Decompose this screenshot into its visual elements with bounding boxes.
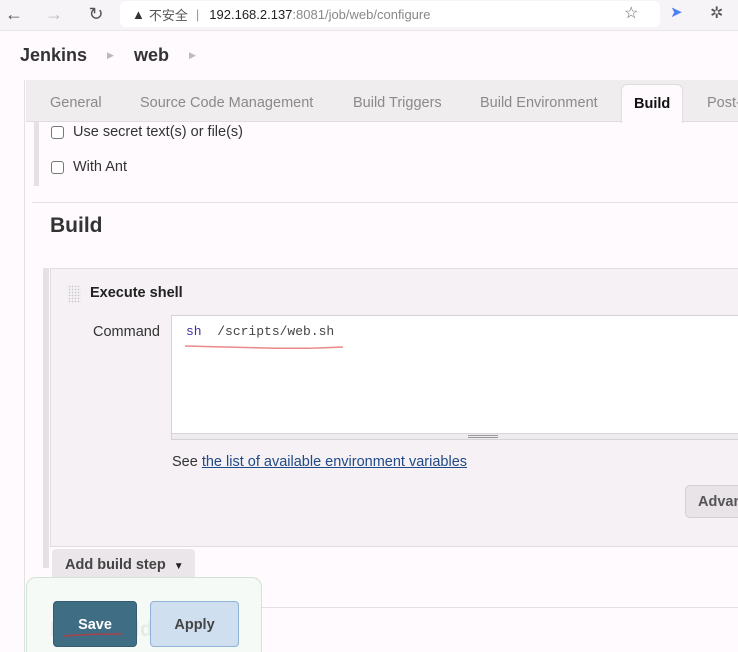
- arrow-left-icon: ←: [5, 3, 23, 24]
- command-textarea[interactable]: sh /scripts/web.sh: [171, 315, 738, 440]
- tab-general[interactable]: General: [50, 95, 102, 111]
- url-host: 192.168.2.137: [209, 6, 293, 22]
- url-path: :8081/job/web/configure: [292, 6, 431, 22]
- section-divider: [32, 202, 738, 203]
- command-args: /scripts/web.sh: [201, 324, 335, 339]
- use-secret-checkbox[interactable]: [51, 125, 64, 139]
- command-text[interactable]: sh /scripts/web.sh: [186, 324, 334, 339]
- caret-down-icon: ▼: [173, 561, 184, 572]
- add-build-step-label: Add build step: [65, 557, 166, 573]
- use-secret-option[interactable]: Use secret text(s) or file(s): [51, 124, 243, 140]
- resize-grip-icon[interactable]: [468, 435, 498, 438]
- breadcrumb: Jenkins ▶ web ▶: [0, 30, 738, 80]
- reload-icon: ↻: [88, 3, 104, 24]
- tab-build-triggers[interactable]: Build Triggers: [353, 95, 442, 111]
- browser-toolbar: ← → ↻ ▲ 不安全 | 192.168.2.137 :8081/job/we…: [0, 0, 738, 30]
- step-title: Execute shell: [90, 285, 183, 301]
- build-section-title: Build: [50, 214, 103, 237]
- env-vars-help: See the list of available environment va…: [172, 454, 467, 470]
- drag-handle-icon[interactable]: [68, 285, 81, 303]
- bird-extension-icon: ➤: [670, 4, 683, 21]
- extension-button[interactable]: ➤: [670, 3, 683, 21]
- with-ant-option[interactable]: With Ant: [51, 159, 127, 175]
- warning-icon: ▲: [132, 6, 145, 22]
- back-button[interactable]: ←: [2, 2, 26, 26]
- breadcrumb-web[interactable]: web: [134, 45, 169, 66]
- section-indent-bar: [34, 122, 39, 186]
- address-bar[interactable]: ▲ 不安全 | 192.168.2.137 :8081/job/web/conf…: [120, 1, 660, 27]
- env-vars-link[interactable]: the list of available environment variab…: [202, 454, 467, 470]
- config-content: Use secret text(s) or file(s) With Ant B…: [26, 122, 738, 652]
- extensions-menu-button[interactable]: ✲: [710, 3, 723, 23]
- breadcrumb-jenkins[interactable]: Jenkins: [20, 45, 87, 66]
- left-gutter: [0, 80, 25, 652]
- breadcrumb-chevron-icon[interactable]: ▶: [189, 50, 196, 61]
- tab-build-environment[interactable]: Build Environment: [480, 95, 598, 111]
- bookmark-button[interactable]: ☆: [624, 3, 638, 23]
- annotation-underline: [185, 345, 343, 349]
- use-secret-label: Use secret text(s) or file(s): [73, 124, 243, 140]
- address-separator: |: [195, 6, 200, 22]
- forward-button[interactable]: →: [42, 2, 66, 26]
- config-tabs: General Source Code Management Build Tri…: [26, 80, 738, 123]
- save-button[interactable]: Save: [53, 601, 137, 647]
- puzzle-icon: ✲: [710, 5, 724, 22]
- advanced-button[interactable]: Advanced...: [685, 485, 738, 518]
- tab-build[interactable]: Build: [621, 84, 684, 123]
- annotation-underline: [64, 633, 122, 637]
- with-ant-label: With Ant: [73, 159, 127, 175]
- breadcrumb-chevron-icon[interactable]: ▶: [107, 50, 114, 61]
- apply-button[interactable]: Apply: [150, 601, 239, 647]
- execute-shell-step: Execute shell Command sh /scripts/web.sh…: [50, 268, 738, 547]
- with-ant-checkbox[interactable]: [51, 160, 64, 174]
- step-indent-bar: [43, 268, 49, 568]
- command-label: Command: [93, 324, 160, 340]
- tab-post-build[interactable]: Post-: [707, 95, 738, 111]
- textarea-resize-bar[interactable]: [172, 433, 738, 439]
- reload-button[interactable]: ↻: [84, 2, 108, 26]
- command-keyword: sh: [186, 324, 202, 339]
- star-add-icon: ☆: [624, 5, 639, 22]
- see-prefix: See: [172, 454, 202, 470]
- tab-source-code-management[interactable]: Source Code Management: [140, 95, 313, 111]
- arrow-right-icon: →: [45, 3, 63, 24]
- security-label[interactable]: 不安全: [149, 5, 188, 24]
